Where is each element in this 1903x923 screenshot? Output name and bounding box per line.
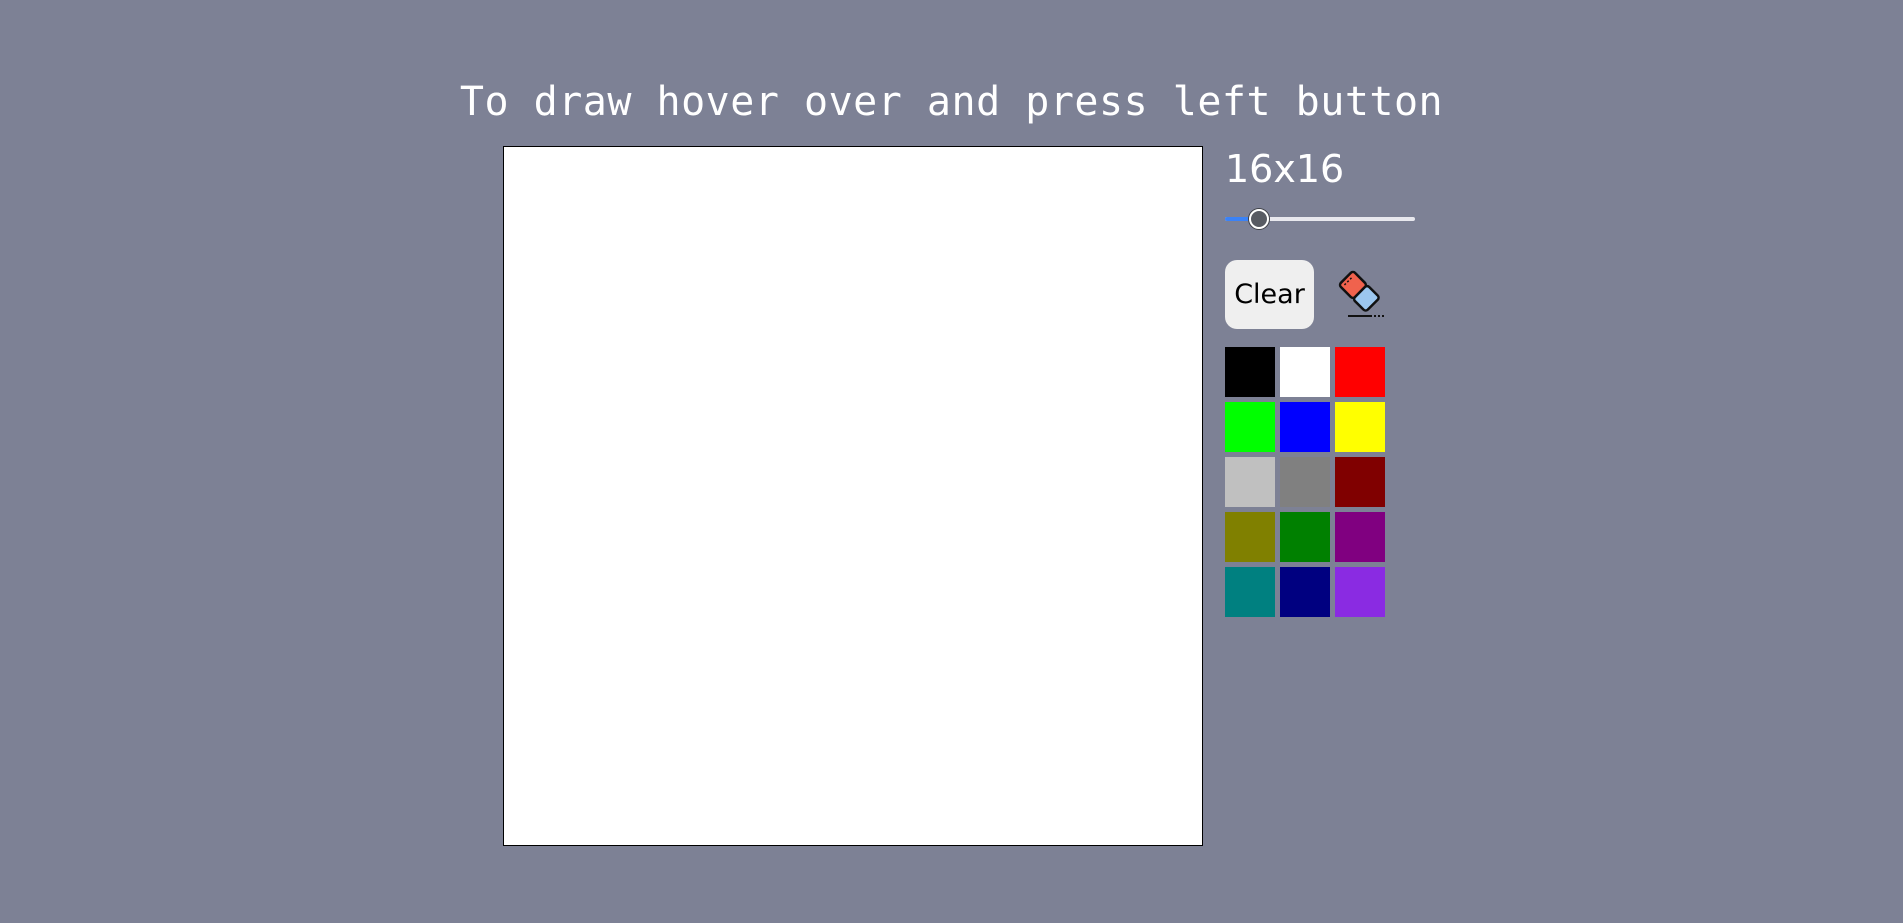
color-swatch[interactable]: [1280, 347, 1330, 397]
page-title: To draw hover over and press left button: [459, 79, 1444, 125]
color-swatch[interactable]: [1225, 512, 1275, 562]
color-swatch[interactable]: [1280, 512, 1330, 562]
color-palette: [1225, 347, 1425, 617]
color-swatch[interactable]: [1335, 347, 1385, 397]
eraser-button[interactable]: [1332, 266, 1388, 322]
color-swatch[interactable]: [1280, 567, 1330, 617]
color-swatch[interactable]: [1335, 402, 1385, 452]
color-swatch[interactable]: [1225, 457, 1275, 507]
clear-button[interactable]: Clear: [1225, 259, 1314, 329]
color-swatch[interactable]: [1225, 567, 1275, 617]
color-swatch[interactable]: [1280, 457, 1330, 507]
color-swatch[interactable]: [1335, 457, 1385, 507]
color-swatch[interactable]: [1225, 402, 1275, 452]
grid-size-label: 16x16: [1225, 147, 1345, 191]
color-swatch[interactable]: [1335, 567, 1385, 617]
tool-row: Clear: [1225, 259, 1425, 329]
slider-thumb[interactable]: [1249, 209, 1269, 229]
color-swatch[interactable]: [1335, 512, 1385, 562]
color-swatch[interactable]: [1280, 402, 1330, 452]
drawing-canvas[interactable]: [503, 146, 1203, 846]
color-swatch[interactable]: [1225, 347, 1275, 397]
grid-size-slider[interactable]: [1225, 208, 1415, 232]
eraser-icon: [1332, 264, 1388, 324]
controls-panel: 16x16 Clear: [1225, 146, 1425, 617]
